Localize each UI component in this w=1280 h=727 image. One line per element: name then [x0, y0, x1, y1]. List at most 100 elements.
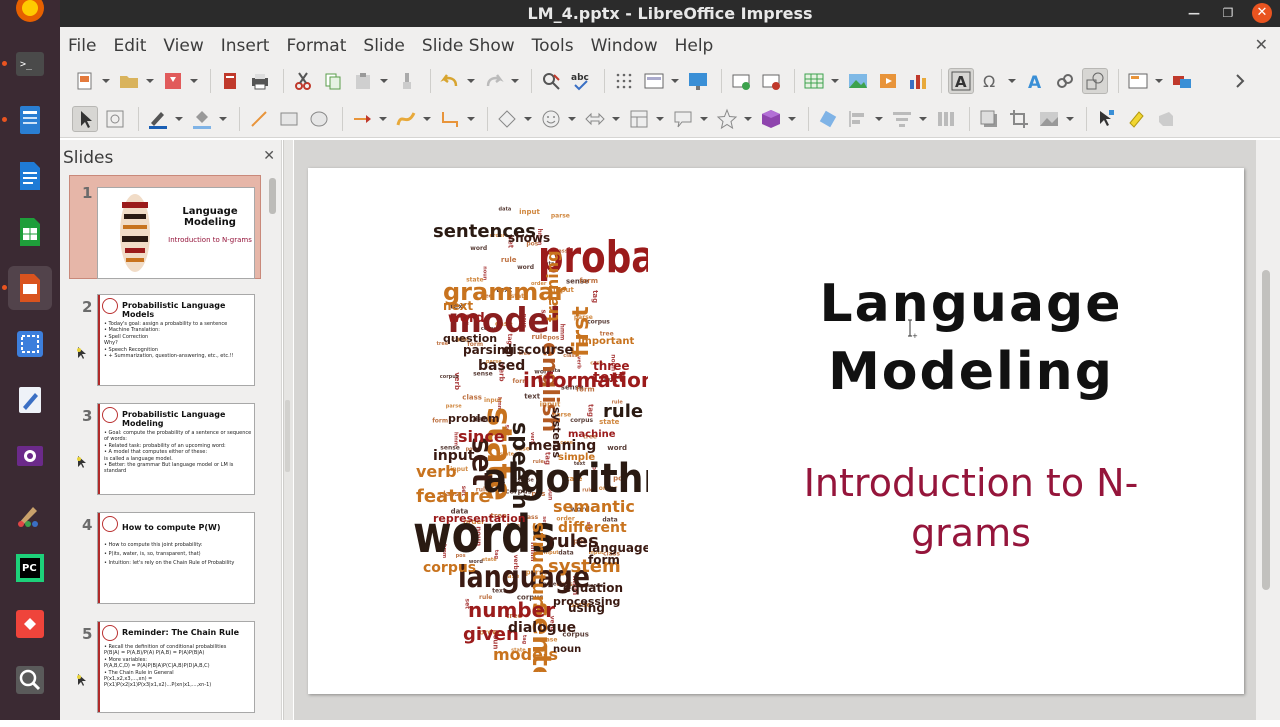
launcher-calc[interactable]	[8, 210, 52, 254]
filter-button[interactable]	[1036, 106, 1062, 132]
stars-button[interactable]	[714, 106, 740, 132]
points-button[interactable]	[1093, 106, 1119, 132]
rectangle-tool-button[interactable]	[276, 106, 302, 132]
spelling-button[interactable]: abc	[568, 68, 594, 94]
paste-dropdown-arrow[interactable]	[380, 68, 388, 94]
insert-text-box-button[interactable]: A	[948, 68, 974, 94]
menu-view[interactable]: View	[163, 36, 212, 56]
distribute-button[interactable]	[933, 106, 959, 132]
slide-canvas[interactable]: verb case text rule set input sense form tag stat…	[308, 168, 1244, 694]
menu-slide-show[interactable]: Slide Show	[422, 36, 524, 56]
menu-file[interactable]: File	[68, 36, 105, 56]
3d-objects-dropdown-arrow[interactable]	[788, 106, 796, 132]
fill-color-dropdown-arrow[interactable]	[219, 106, 227, 132]
table-dropdown-arrow[interactable]	[831, 68, 839, 94]
select-button[interactable]	[72, 105, 98, 132]
ellipse-tool-button[interactable]	[306, 106, 332, 132]
curves-dropdown-arrow[interactable]	[423, 106, 431, 132]
launcher-files[interactable]	[2, 98, 52, 142]
fill-color-button[interactable]	[189, 106, 215, 132]
menu-help[interactable]: Help	[675, 36, 723, 56]
toggle-extrusion-button[interactable]	[1123, 106, 1149, 132]
filter-dropdown-arrow[interactable]	[1066, 106, 1074, 132]
save-dropdown-arrow[interactable]	[190, 68, 198, 94]
new-document-button[interactable]	[72, 68, 98, 94]
minimize-button[interactable]: —	[1184, 3, 1204, 23]
align-dropdown-arrow[interactable]	[875, 106, 883, 132]
block-arrows-dropdown-arrow[interactable]	[612, 106, 620, 132]
menu-window[interactable]: Window	[591, 36, 667, 56]
splitter-grip[interactable]	[285, 400, 290, 472]
launcher-pycharm[interactable]: PC	[8, 546, 52, 590]
basic-shapes-dropdown-arrow[interactable]	[524, 106, 532, 132]
cut-button[interactable]	[290, 68, 316, 94]
menu-tools[interactable]: Tools	[532, 36, 583, 56]
redo-dropdown-arrow[interactable]	[511, 68, 519, 94]
special-character-dropdown-arrow[interactable]	[1008, 68, 1016, 94]
connectors-button[interactable]	[437, 106, 463, 132]
print-button[interactable]	[247, 68, 273, 94]
undo-dropdown-arrow[interactable]	[467, 68, 475, 94]
3d-objects-button[interactable]	[758, 106, 784, 132]
line-color-button[interactable]	[145, 106, 171, 132]
save-button[interactable]	[160, 68, 186, 94]
insert-fontwork-button[interactable]: A	[1022, 68, 1048, 94]
launcher-paint[interactable]	[8, 490, 52, 534]
launcher-screenshot[interactable]	[8, 322, 52, 366]
show-draw-functions-button[interactable]	[1082, 68, 1108, 94]
slide-thumbnail-3[interactable]: 3 Probabilistic Language Modeling • Goal…	[60, 403, 264, 509]
master-slides-dropdown-arrow[interactable]	[1155, 68, 1163, 94]
insert-chart-button[interactable]	[905, 68, 931, 94]
arrange-dropdown-arrow[interactable]	[919, 106, 927, 132]
slides-pane-scrollbar[interactable]	[269, 178, 276, 214]
find-replace-button[interactable]	[538, 68, 564, 94]
export-pdf-button[interactable]	[217, 68, 243, 94]
arrows-button[interactable]	[349, 106, 375, 132]
launcher-terminal[interactable]: >_	[2, 42, 52, 86]
launcher-search[interactable]	[8, 658, 52, 702]
maximize-button[interactable]: ❐	[1218, 3, 1238, 23]
flowchart-dropdown-arrow[interactable]	[656, 106, 664, 132]
vertical-scrollbar-thumb[interactable]	[1262, 270, 1270, 590]
slide-title[interactable]: Language Modeling	[778, 270, 1164, 406]
align-button[interactable]	[845, 106, 871, 132]
line-color-dropdown-arrow[interactable]	[175, 106, 183, 132]
zoom-pan-button[interactable]	[102, 106, 128, 132]
delete-slide-button[interactable]	[758, 68, 784, 94]
redo-button[interactable]	[481, 68, 507, 94]
gluepoint-button[interactable]	[1153, 106, 1179, 132]
insert-hyperlink-button[interactable]	[1052, 68, 1078, 94]
connectors-dropdown-arrow[interactable]	[467, 106, 475, 132]
menu-format[interactable]: Format	[286, 36, 355, 56]
crop-button[interactable]	[1006, 106, 1032, 132]
symbol-shapes-button[interactable]	[538, 106, 564, 132]
rotate-button[interactable]	[815, 106, 841, 132]
callouts-dropdown-arrow[interactable]	[700, 106, 708, 132]
launcher-writer[interactable]	[8, 154, 52, 198]
line-tool-button[interactable]	[246, 106, 272, 132]
slide-thumbnail-5[interactable]: 5 Reminder: The Chain Rule • Recall the …	[60, 621, 264, 727]
start-slideshow-button[interactable]	[685, 68, 711, 94]
curves-button[interactable]	[393, 106, 419, 132]
launcher-text-editor[interactable]	[8, 378, 52, 422]
shadow-button[interactable]	[976, 106, 1002, 132]
display-views-button[interactable]	[641, 68, 667, 94]
open-button[interactable]	[116, 68, 142, 94]
display-grid-button[interactable]	[611, 68, 637, 94]
slide-transition-button[interactable]	[1169, 68, 1195, 94]
wordcloud-image[interactable]: verbcasetextrulesetinputsenseformtagstat…	[408, 182, 648, 672]
arrows-dropdown-arrow[interactable]	[379, 106, 387, 132]
close-document-icon[interactable]: ✕	[1255, 35, 1268, 54]
master-slides-button[interactable]	[1125, 68, 1151, 94]
open-dropdown-arrow[interactable]	[146, 68, 154, 94]
insert-audio-video-button[interactable]	[875, 68, 901, 94]
display-views-dropdown-arrow[interactable]	[671, 68, 679, 94]
launcher-firefox[interactable]	[8, 0, 52, 30]
menu-edit[interactable]: Edit	[113, 36, 155, 56]
slide-thumbnail-1[interactable]: 1 Language Modeling Introduction to N-gr…	[60, 175, 264, 286]
menu-slide[interactable]: Slide	[363, 36, 414, 56]
close-window-button[interactable]: ✕	[1252, 3, 1272, 23]
slide-subtitle[interactable]: Introduction to N- grams	[778, 458, 1164, 558]
flowchart-button[interactable]	[626, 106, 652, 132]
slide-thumbnail-2[interactable]: 2 Probabilistic Language Models • Today'…	[60, 294, 264, 400]
